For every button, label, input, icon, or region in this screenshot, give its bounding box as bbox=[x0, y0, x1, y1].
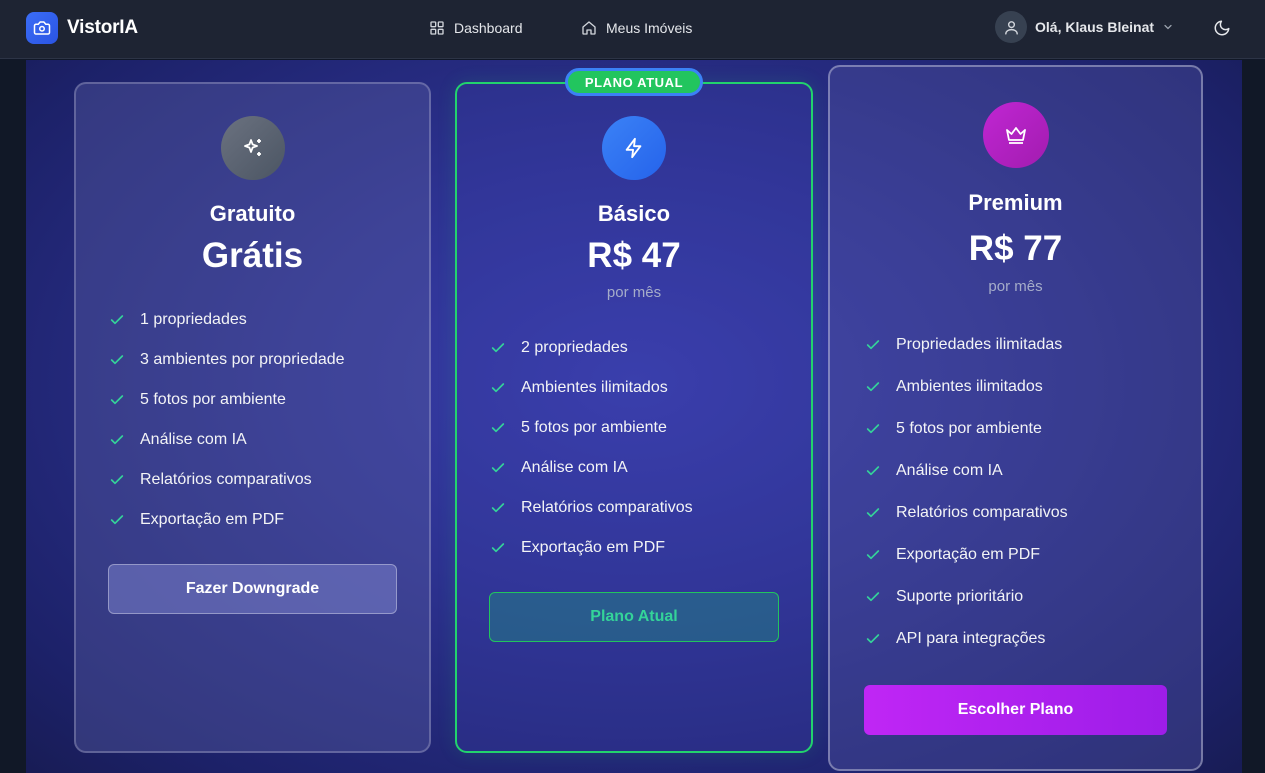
home-icon bbox=[582, 21, 596, 35]
current-plan-button[interactable]: Plano Atual bbox=[489, 592, 779, 642]
check-icon bbox=[491, 383, 505, 393]
plan-name-premium: Premium bbox=[968, 190, 1063, 215]
check-icon bbox=[110, 515, 124, 525]
feature-item: API para integrações bbox=[865, 628, 1045, 650]
feature-item: Suporte prioritário bbox=[865, 586, 1023, 608]
feature-item: Relatórios comparativos bbox=[490, 497, 693, 519]
theme-toggle[interactable] bbox=[1208, 14, 1236, 42]
crown-icon bbox=[983, 102, 1049, 168]
feature-item: Análise com IA bbox=[490, 457, 628, 479]
user-menu[interactable]: Olá, Klaus Bleinat bbox=[995, 11, 1174, 43]
sparkles-icon bbox=[221, 116, 285, 180]
nav-dashboard[interactable]: Dashboard bbox=[429, 17, 523, 39]
check-icon bbox=[866, 508, 880, 518]
feature-item: 3 ambientes por propriedade bbox=[109, 349, 345, 371]
plan-name-basic: Básico bbox=[597, 201, 671, 226]
check-icon bbox=[491, 343, 505, 353]
plan-price-basic: R$ 47 bbox=[587, 236, 681, 275]
nav-dashboard-label: Dashboard bbox=[454, 20, 523, 36]
feature-item: Exportação em PDF bbox=[490, 537, 665, 559]
check-icon bbox=[866, 382, 880, 392]
chevron-down-icon bbox=[1164, 24, 1172, 30]
top-navbar: VistorIA Dashboard Meus Imóveis Olá, Kla… bbox=[0, 0, 1265, 59]
choose-plan-button[interactable]: Escolher Plano bbox=[864, 685, 1167, 735]
feature-item: Exportação em PDF bbox=[109, 509, 284, 531]
plan-period-premium: por mês bbox=[988, 278, 1043, 295]
feature-item: 5 fotos por ambiente bbox=[109, 389, 286, 411]
nav-meus-imoveis-label: Meus Imóveis bbox=[606, 20, 693, 36]
check-icon bbox=[110, 435, 124, 445]
feature-item: 5 fotos por ambiente bbox=[865, 418, 1042, 440]
feature-item: Exportação em PDF bbox=[865, 544, 1040, 566]
current-plan-badge: PLANO ATUAL bbox=[565, 68, 703, 96]
feature-item: 1 propriedades bbox=[109, 309, 247, 331]
feature-item: Propriedades ilimitadas bbox=[865, 334, 1062, 356]
app-name: VistorIA bbox=[67, 17, 138, 38]
check-icon bbox=[866, 424, 880, 434]
feature-item: Ambientes ilimitados bbox=[490, 377, 668, 399]
feature-item: Análise com IA bbox=[865, 460, 1003, 482]
feature-item: Relatórios comparativos bbox=[109, 469, 312, 491]
check-icon bbox=[491, 463, 505, 473]
feature-item: Ambientes ilimitados bbox=[865, 376, 1043, 398]
user-icon bbox=[995, 11, 1027, 43]
camera-icon bbox=[26, 12, 58, 44]
feature-item: Relatórios comparativos bbox=[865, 502, 1068, 524]
check-icon bbox=[491, 423, 505, 433]
check-icon bbox=[491, 503, 505, 513]
downgrade-button[interactable]: Fazer Downgrade bbox=[108, 564, 397, 614]
check-icon bbox=[866, 340, 880, 350]
check-icon bbox=[110, 395, 124, 405]
check-icon bbox=[866, 550, 880, 560]
moon-icon bbox=[1214, 20, 1230, 36]
feature-item: 2 propriedades bbox=[490, 337, 628, 359]
brand-logo[interactable]: VistorIA bbox=[26, 12, 138, 44]
check-icon bbox=[110, 355, 124, 365]
plan-price-premium: R$ 77 bbox=[968, 229, 1063, 268]
lightning-icon bbox=[602, 116, 666, 180]
plan-card-free bbox=[74, 82, 431, 753]
plan-name-free: Gratuito bbox=[209, 201, 296, 226]
check-icon bbox=[866, 592, 880, 602]
user-greeting: Olá, Klaus Bleinat bbox=[1035, 19, 1155, 35]
plan-period-basic: por mês bbox=[606, 284, 662, 301]
check-icon bbox=[491, 543, 505, 553]
check-icon bbox=[866, 466, 880, 476]
nav-meus-imoveis[interactable]: Meus Imóveis bbox=[581, 17, 692, 39]
check-icon bbox=[866, 634, 880, 644]
grid-icon bbox=[430, 21, 444, 35]
feature-item: Análise com IA bbox=[109, 429, 247, 451]
check-icon bbox=[110, 315, 124, 325]
check-icon bbox=[110, 475, 124, 485]
feature-item: 5 fotos por ambiente bbox=[490, 417, 667, 439]
plan-price-free: Grátis bbox=[201, 236, 304, 275]
